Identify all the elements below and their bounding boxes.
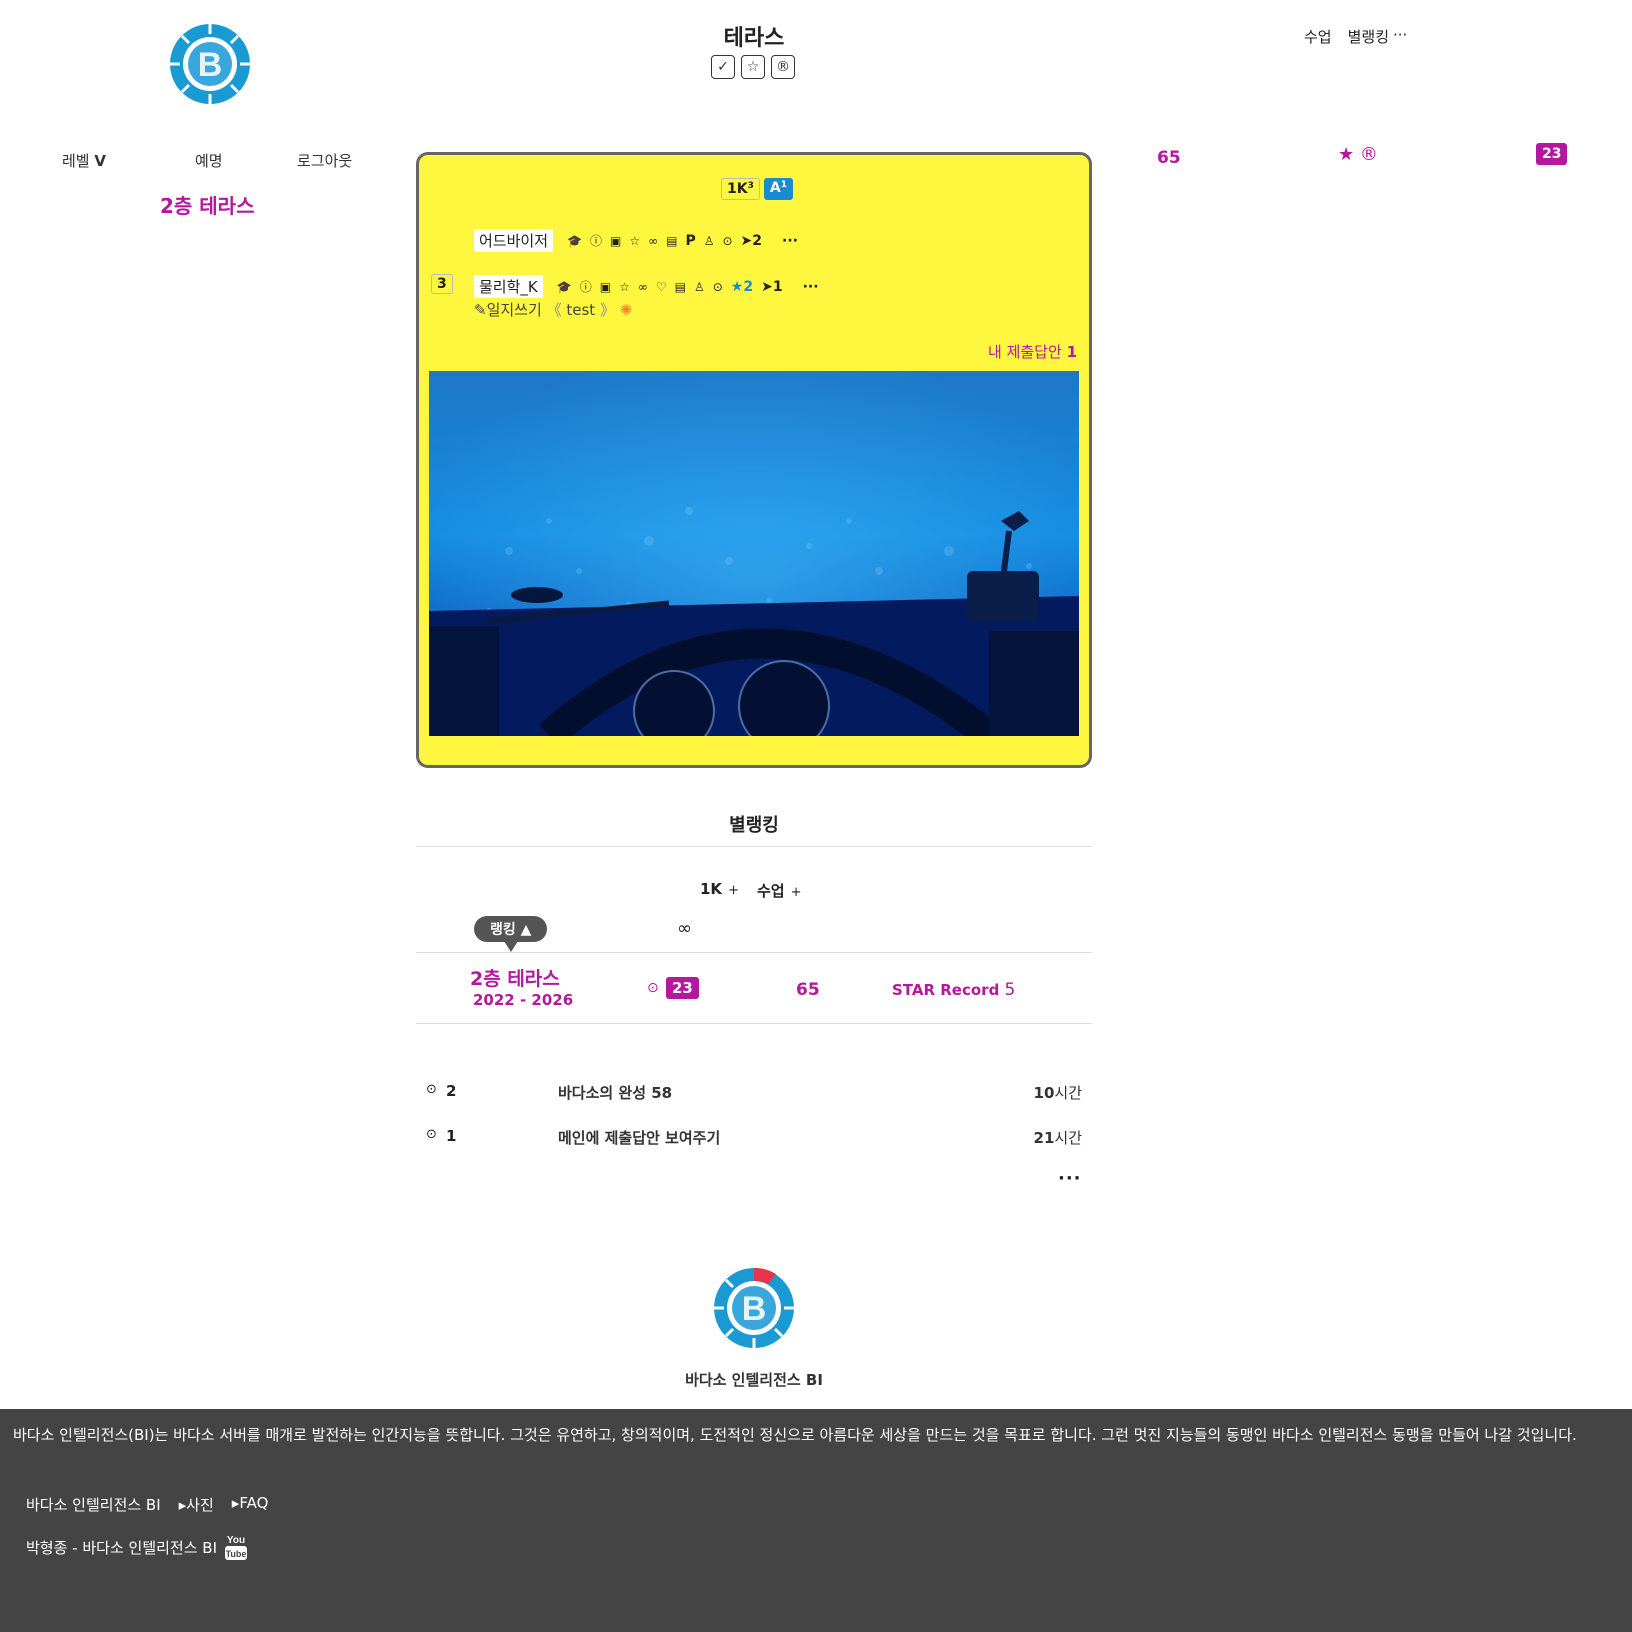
footer-link-faq[interactable]: ▸FAQ [232,1494,269,1515]
nav-class[interactable]: 수업 [1304,26,1332,47]
registered-icon: ® [1359,144,1378,165]
member-icons: 🎓 ⓘ ▣ ☆ ∞ ♡ ▤ ♙ ⊙ ★2 ➤1 ··· [557,278,819,295]
section-title: 별랭킹 [729,815,779,836]
comment-icon[interactable]: ▤ [675,280,686,294]
filter-1k[interactable]: 1K + [700,880,739,901]
svg-text:B: B [742,1290,767,1328]
info-icon[interactable]: ⓘ [580,278,592,295]
footer-credit: 박형종 - 바다소 인텔리전스 BI You Tube [26,1533,248,1561]
footer: 바다소 인텔리전스(BI)는 바다소 서버를 매개로 발전하는 인간지능을 뜻합… [0,1409,1632,1632]
more-icon[interactable]: ··· [803,279,819,295]
left-subtitle[interactable]: 2층 테라스 [160,190,254,219]
member-name[interactable]: 어드바이저 [474,229,554,252]
title-icon-group: ✓ ☆ ® [711,55,795,79]
graduation-cap-icon[interactable]: 🎓 [557,280,572,294]
person-icon[interactable]: ♙ [694,280,705,294]
ranking-filters: 1K + 수업 + [700,880,801,901]
member-name[interactable]: 물리학_K [474,275,543,298]
p-label[interactable]: P [685,233,695,249]
score-value: 65 [1157,148,1181,168]
member-row: 물리학_K 🎓 ⓘ ▣ ☆ ∞ ♡ ▤ ♙ ⊙ ★2 ➤1 ··· [474,275,819,298]
ranking-entry-score: 65 [796,980,820,1000]
my-submission-link[interactable]: 내 제출답안 1 [988,341,1077,362]
time-ago: 21시간 [1033,1129,1082,1147]
footer-link-photos[interactable]: ▸사진 [179,1494,214,1515]
clock-icon: ⊙ [647,980,659,996]
heart-icon[interactable]: ♡ [656,280,667,294]
clock-icon: ⊙ [426,1082,437,1097]
card-badges: 1K3 A1 [721,178,793,200]
infinity-filter[interactable]: ∞ [677,918,692,939]
comment-icon[interactable]: ▤ [666,234,677,248]
footer-brand: 바다소 인텔리전스 BI [685,1371,823,1389]
count-badge[interactable]: 23 [1536,143,1568,165]
youtube-icon[interactable]: You Tube [225,1533,248,1561]
infinity-icon[interactable]: ∞ [648,234,658,248]
1k-badge[interactable]: 1K3 [721,178,760,200]
star-registered[interactable]: ★ ® [1338,144,1378,165]
footer-link-home[interactable]: 바다소 인텔리전스 BI [26,1494,161,1515]
info-icon[interactable]: ⓘ [590,232,602,249]
star-outline-icon[interactable]: ☆ [629,234,640,248]
sort-ranking-button[interactable]: 랭킹 ▲ [474,916,548,952]
star-record[interactable]: STAR Record 5 [892,980,1015,1000]
star-outline-icon[interactable]: ☆ [619,280,630,294]
graduation-cap-icon[interactable]: 🎓 [567,234,582,248]
arrow-count[interactable]: ➤1 [761,279,782,295]
check-circle-icon[interactable]: ⊙ [713,280,723,294]
nav-more[interactable]: ··· [1393,26,1407,47]
honor-link[interactable]: 예명 [195,150,223,171]
member-row: 어드바이저 🎓 ⓘ ▣ ☆ ∞ ▤ P ♙ ⊙ ➤2 ··· [474,229,798,252]
ranking-entry-years: 2022 - 2026 [473,991,574,1009]
page-title: 테라스 [723,26,785,51]
member-icons: 🎓 ⓘ ▣ ☆ ∞ ▤ P ♙ ⊙ ➤2 ··· [567,232,798,249]
book-reader-icon[interactable]: ▣ [600,280,611,294]
star-count[interactable]: ★2 [731,279,753,295]
star-outline-icon[interactable]: ☆ [741,55,765,79]
top-nav: 수업 별랭킹 ··· [1304,26,1407,47]
check-circle-icon[interactable]: ⊙ [722,234,732,248]
clock-icon: ⊙ [426,1127,437,1142]
a-badge[interactable]: A1 [763,178,793,200]
infinity-icon[interactable]: ∞ [638,280,648,294]
level-link[interactable]: 레벨 V [62,150,106,171]
filter-class[interactable]: 수업 + [757,880,802,901]
credit-text[interactable]: 박형종 - 바다소 인텔리전스 BI [26,1537,217,1558]
time-ago: 10시간 [1033,1084,1082,1102]
divider [416,952,1092,953]
book-reader-icon[interactable]: ▣ [610,234,621,248]
diary-link[interactable]: ✎일지쓰기 《 test 》 ✺ [474,299,632,320]
rank-badge: 3 [431,274,453,294]
footer-description: 바다소 인텔리전스(BI)는 바다소 서버를 매개로 발전하는 인간지능을 뜻합… [13,1426,1577,1444]
svg-text:Tube: Tube [226,1549,247,1559]
divider [416,1023,1092,1024]
arrow-count[interactable]: ➤2 [741,233,762,249]
registered-icon[interactable]: ® [771,55,795,79]
svg-text:You: You [227,1535,245,1546]
check-icon[interactable]: ✓ [711,55,735,79]
person-icon[interactable]: ♙ [704,234,715,248]
footer-links: 바다소 인텔리전스 BI ▸사진 ▸FAQ [26,1494,268,1515]
ranking-entry-badge[interactable]: 23 [666,977,699,999]
ranking-entry-name[interactable]: 2층 테라스 [470,964,560,991]
star-icon: ★ [1338,144,1355,165]
more-button[interactable]: ··· [1058,1168,1082,1189]
terrace-card: 1K3 A1 어드바이저 🎓 ⓘ ▣ ☆ ∞ ▤ P ♙ ⊙ ➤2 ··· 3 … [416,152,1092,768]
logout-link[interactable]: 로그아웃 [297,150,352,171]
sparkle-icon: ✺ [619,301,633,319]
footer-logo[interactable]: B [710,1264,798,1352]
nav-star-ranking[interactable]: 별랭킹 [1348,26,1389,47]
more-icon[interactable]: ··· [782,233,798,249]
submission-photo[interactable] [429,371,1079,736]
divider [416,846,1092,847]
pencil-icon: ✎ [474,301,487,319]
